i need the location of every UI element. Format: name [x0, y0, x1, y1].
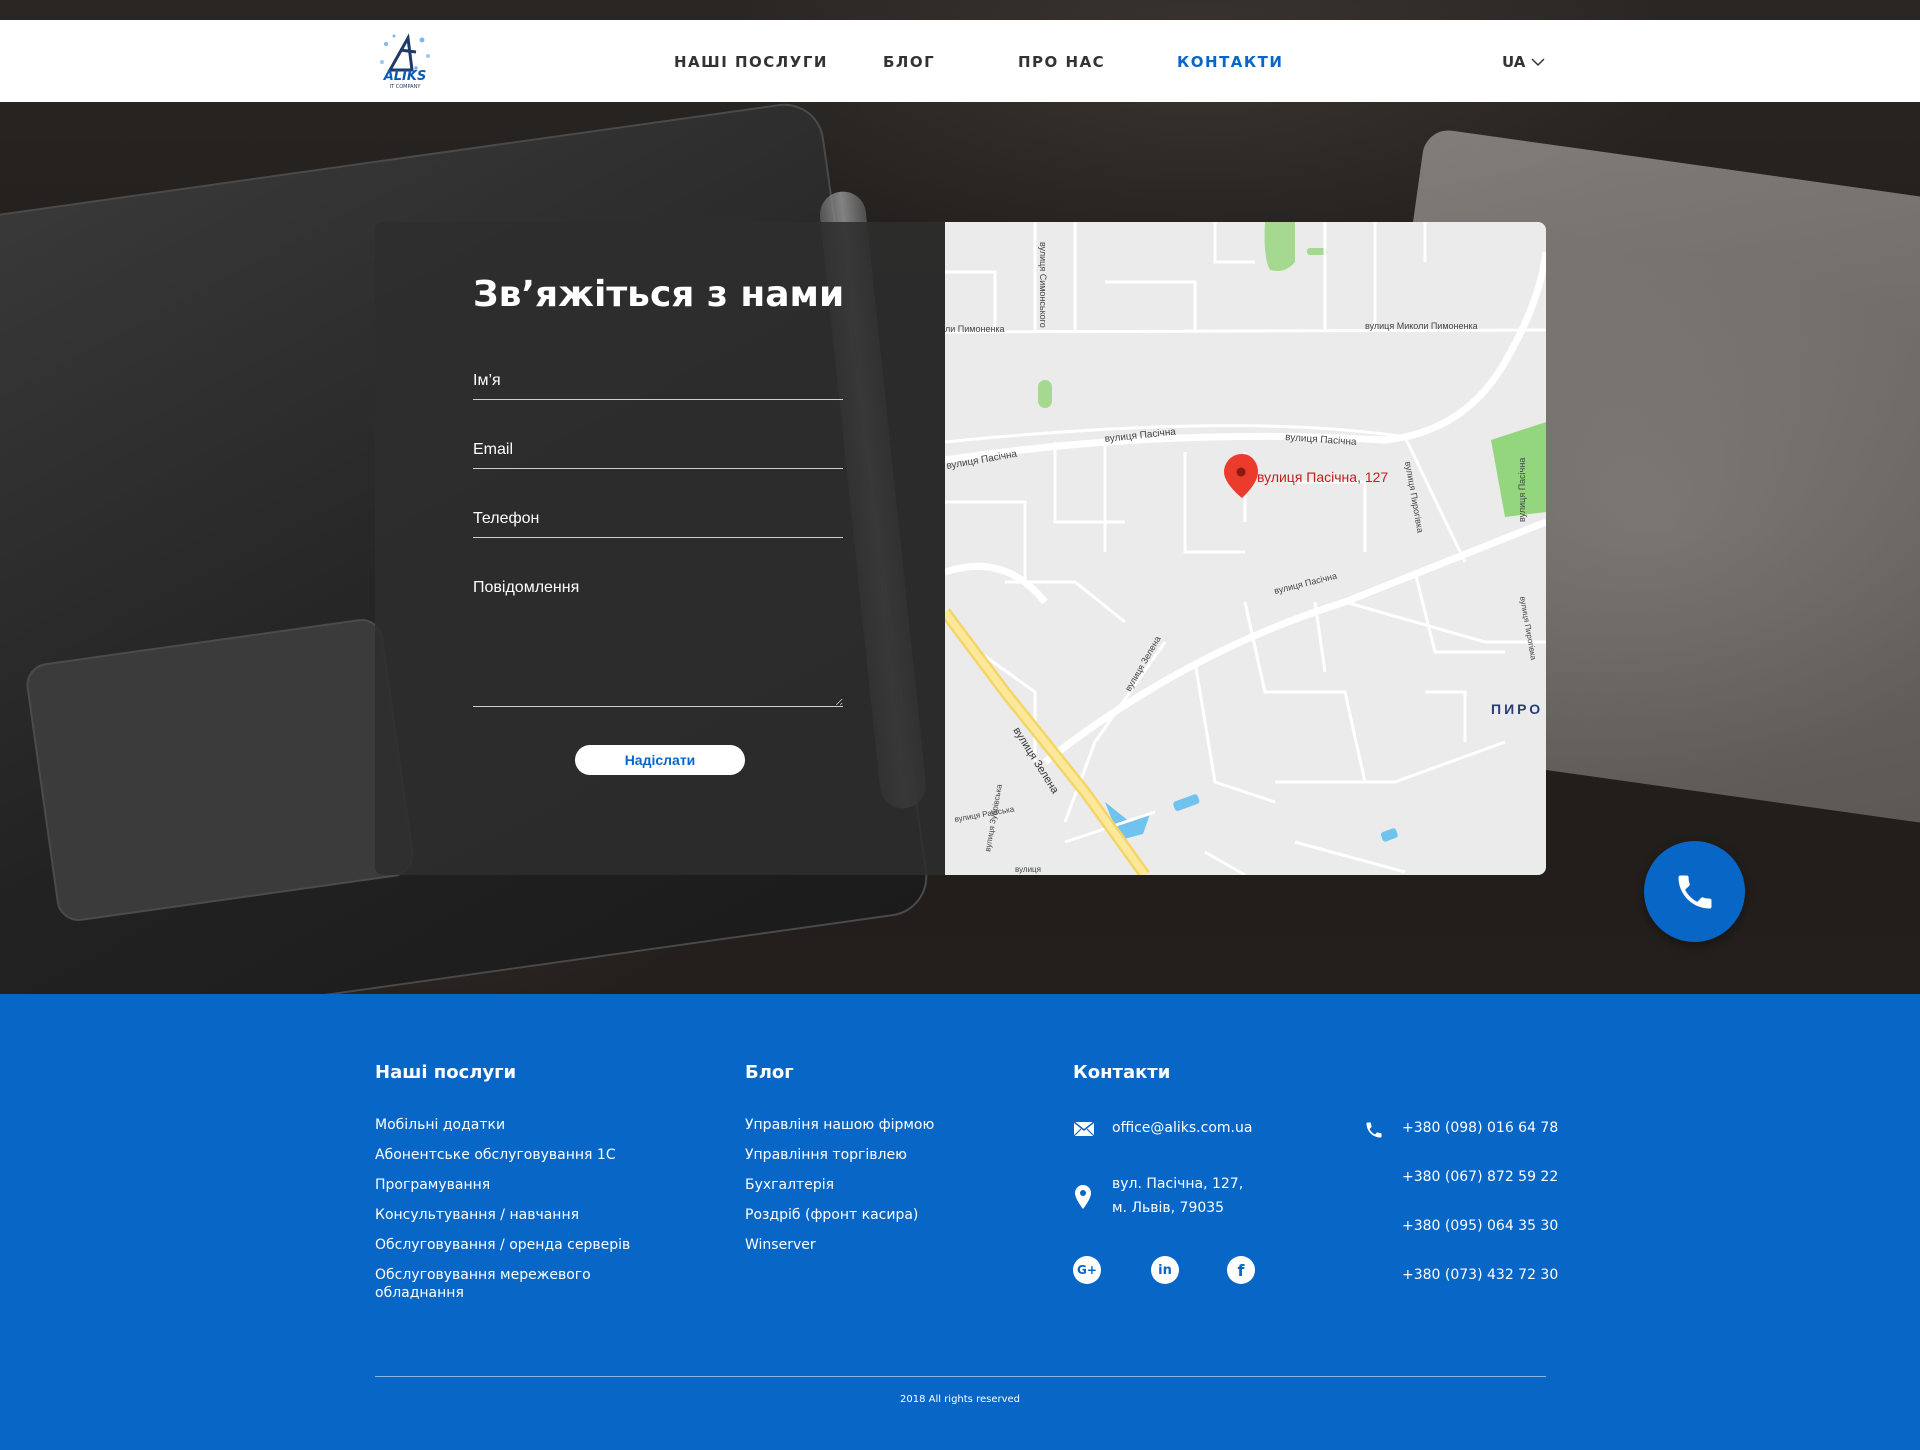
location-map[interactable]: ли Пимоненка вулиця Миколи Пимоненка вул…: [945, 222, 1546, 875]
aliks-logo[interactable]: ALIKS IT COMPANY: [372, 30, 438, 92]
footer-link[interactable]: Управління торгівлею: [745, 1146, 1005, 1164]
footer-blog-list: Управлiня нашою фірмою Управління торгів…: [745, 1116, 1005, 1266]
map-park: [1038, 380, 1052, 408]
contact-address-line2: м. Львів, 79035: [1112, 1200, 1225, 1216]
language-label: UA: [1502, 53, 1526, 71]
phone-input[interactable]: [473, 510, 843, 537]
map-label: вулиця Симонського: [1038, 242, 1048, 328]
footer-link[interactable]: Роздріб (фронт касира): [745, 1206, 1005, 1224]
nav-about[interactable]: ПРО НАС: [1018, 53, 1105, 71]
footer-link[interactable]: Обслуговування мережевого обладнання: [375, 1266, 635, 1302]
contact-email[interactable]: office@aliks.com.ua: [1112, 1116, 1252, 1140]
nav-blog[interactable]: БЛОГ: [883, 53, 935, 71]
footer-link[interactable]: Управлiня нашою фірмою: [745, 1116, 1005, 1134]
footer-link[interactable]: Абонентське обслуговування 1С: [375, 1146, 635, 1164]
map-label: вулиця Пирогівка: [1518, 596, 1538, 661]
logo-subtext: IT COMPANY: [390, 84, 422, 90]
contact-phone[interactable]: +380 (067) 872 59 22: [1402, 1165, 1558, 1189]
logo-text: ALIKS: [383, 69, 427, 84]
site-footer: Наші послуги Мобільні додатки Абонентськ…: [0, 994, 1920, 1450]
map-label: вулиця Миколи Пимоненка: [1365, 321, 1478, 331]
footer-contacts-heading: Контакти: [1073, 1062, 1171, 1083]
chevron-down-icon: [1531, 58, 1545, 67]
name-field[interactable]: Ім’я: [473, 372, 843, 400]
map-pin-icon: [1075, 1185, 1091, 1209]
footer-services-list: Мобільні додатки Абонентське обслуговува…: [375, 1116, 635, 1314]
map-water: [1173, 794, 1200, 811]
map-district-label: ПИРО: [1491, 701, 1543, 717]
footer-link[interactable]: Мобільні додатки: [375, 1116, 635, 1134]
google-plus-icon[interactable]: G+: [1073, 1256, 1101, 1284]
map-label: вулиця Пасічна: [1285, 432, 1358, 448]
call-button[interactable]: [1644, 841, 1745, 942]
envelope-icon: [1073, 1121, 1095, 1137]
background-trackpad: [23, 616, 417, 924]
form-title: Зв’яжіться з нами: [473, 274, 845, 315]
map-water: [1380, 828, 1398, 842]
contact-card: Зв’яжіться з нами Ім’я Email Телефон Пов…: [375, 222, 1546, 875]
message-input[interactable]: [473, 579, 843, 706]
footer-divider: [375, 1376, 1546, 1377]
phone-icon: [1678, 875, 1711, 908]
footer-link[interactable]: Обслуговування / оренда серверів: [375, 1236, 635, 1254]
map-park: [1264, 222, 1295, 271]
linkedin-icon[interactable]: in: [1151, 1256, 1179, 1284]
footer-link[interactable]: Програмування: [375, 1176, 635, 1194]
footer-services-heading: Наші послуги: [375, 1062, 517, 1083]
contact-phone[interactable]: +380 (098) 016 64 78: [1402, 1116, 1558, 1140]
phone-icon: [1366, 1122, 1382, 1138]
footer-link[interactable]: Winserver: [745, 1236, 1005, 1254]
map-label: ли Пимоненка: [945, 324, 1005, 334]
send-button[interactable]: Надіслати: [575, 745, 745, 775]
name-input[interactable]: [473, 372, 843, 399]
map-label: вулиця Раївська: [954, 805, 1016, 824]
contact-form: Зв’яжіться з нами Ім’я Email Телефон Пов…: [375, 222, 946, 875]
map-label: вулиця: [1015, 865, 1041, 874]
nav-services[interactable]: НАШІ ПОСЛУГИ: [674, 53, 828, 71]
copyright-text: 2018 All rights reserved: [899, 1394, 1021, 1405]
map-label: вулиця Пасічна: [1273, 571, 1338, 596]
language-selector[interactable]: UA: [1502, 53, 1545, 71]
footer-link[interactable]: Бухгалтерія: [745, 1176, 1005, 1194]
email-input[interactable]: [473, 441, 843, 468]
facebook-icon[interactable]: f: [1227, 1256, 1255, 1284]
map-pin-icon[interactable]: [1224, 454, 1258, 498]
footer-blog-heading: Блог: [745, 1062, 794, 1083]
email-field[interactable]: Email: [473, 441, 843, 469]
map-label: вулиця Пасічна: [1517, 458, 1527, 522]
phone-field[interactable]: Телефон: [473, 510, 843, 538]
contact-phone[interactable]: +380 (095) 064 35 30: [1402, 1214, 1558, 1238]
contact-address-line1: вул. Пасічна, 127,: [1112, 1176, 1244, 1192]
site-header: ALIKS IT COMPANY НАШІ ПОСЛУГИ БЛОГ ПРО Н…: [0, 20, 1920, 102]
footer-link[interactable]: Консультування / навчання: [375, 1206, 635, 1224]
message-field[interactable]: Повідомлення: [473, 579, 843, 707]
nav-contacts[interactable]: КОНТАКТИ: [1177, 53, 1283, 71]
contact-phone[interactable]: +380 (073) 432 72 30: [1402, 1263, 1558, 1287]
map-marker-label: вулиця Пасічна, 127: [1257, 469, 1388, 485]
